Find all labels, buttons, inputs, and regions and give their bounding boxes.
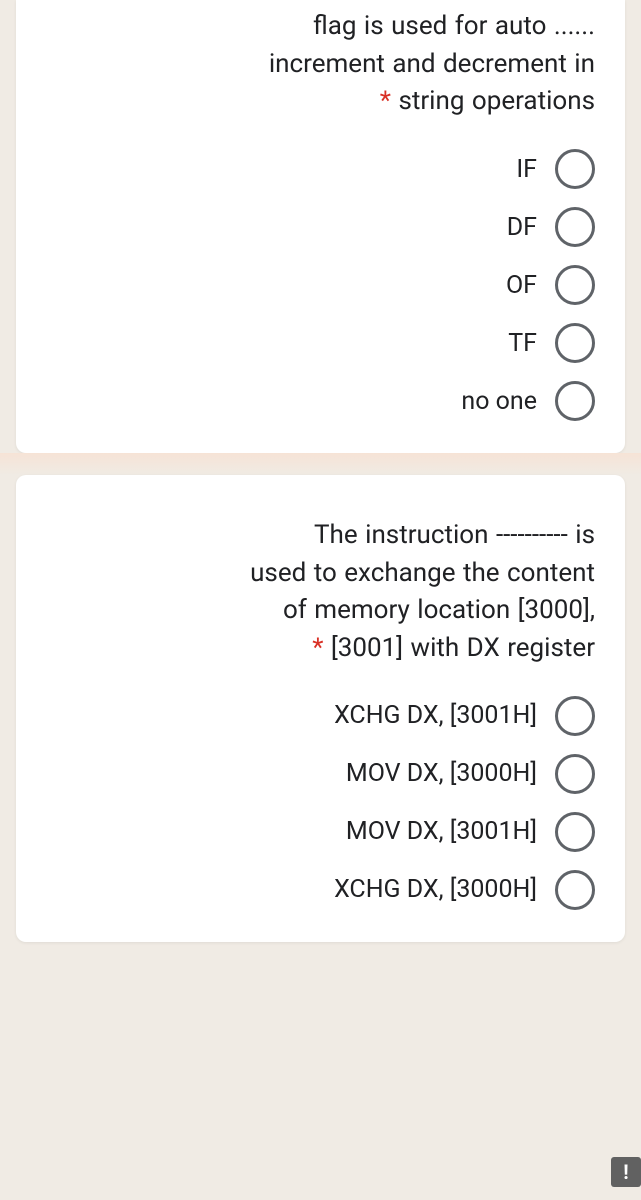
- q1-option-df[interactable]: DF: [46, 207, 595, 247]
- option-label: TF: [508, 329, 537, 358]
- question-text-2: The instruction ---------- is used to ex…: [46, 517, 595, 668]
- question-card-2: The instruction ---------- is used to ex…: [16, 475, 625, 942]
- q1-option-if[interactable]: IF: [46, 149, 595, 189]
- radio-icon: [555, 381, 595, 421]
- alert-icon[interactable]: !: [611, 1157, 641, 1187]
- q1-option-noone[interactable]: no one: [46, 381, 595, 421]
- q1-line3: string operations: [398, 86, 595, 116]
- radio-icon: [555, 207, 595, 247]
- q2-option-xchg-3000[interactable]: XCHG DX, [3000H]: [46, 870, 595, 910]
- question-card-1: flag is used for auto ...... increment a…: [16, 0, 625, 453]
- q1-option-tf[interactable]: TF: [46, 323, 595, 363]
- option-label: DF: [507, 213, 537, 242]
- radio-icon: [555, 265, 595, 305]
- option-label: XCHG DX, [3000H]: [334, 875, 537, 904]
- option-label: no one: [461, 387, 537, 416]
- q1-line2: increment and decrement in: [269, 49, 595, 79]
- required-asterisk: *: [312, 633, 323, 663]
- q1-options: IF DF OF TF no one: [46, 149, 595, 421]
- q1-line1: flag is used for auto ......: [313, 11, 595, 41]
- q2-line1: The instruction ---------- is: [314, 520, 595, 550]
- q2-line2: used to exchange the content: [250, 558, 595, 588]
- q2-options: XCHG DX, [3001H] MOV DX, [3000H] MOV DX,…: [46, 696, 595, 910]
- q2-option-mov-3001[interactable]: MOV DX, [3001H]: [46, 812, 595, 852]
- radio-icon: [555, 812, 595, 852]
- alert-label: !: [623, 1160, 628, 1184]
- q2-option-mov-3000[interactable]: MOV DX, [3000H]: [46, 754, 595, 794]
- q2-line4: [3001] with DX register: [331, 633, 595, 663]
- radio-icon: [555, 696, 595, 736]
- q2-option-xchg-3001[interactable]: XCHG DX, [3001H]: [46, 696, 595, 736]
- option-label: OF: [506, 271, 537, 300]
- option-label: IF: [516, 155, 537, 184]
- question-text-1: flag is used for auto ...... increment a…: [46, 8, 595, 121]
- option-label: XCHG DX, [3001H]: [334, 701, 537, 730]
- q1-option-of[interactable]: OF: [46, 265, 595, 305]
- card-separator: [0, 453, 641, 475]
- radio-icon: [555, 149, 595, 189]
- radio-icon: [555, 323, 595, 363]
- q2-line3: of memory location [3000],: [283, 595, 595, 625]
- radio-icon: [555, 870, 595, 910]
- radio-icon: [555, 754, 595, 794]
- option-label: MOV DX, [3000H]: [346, 759, 537, 788]
- required-asterisk: *: [380, 86, 391, 116]
- option-label: MOV DX, [3001H]: [346, 817, 537, 846]
